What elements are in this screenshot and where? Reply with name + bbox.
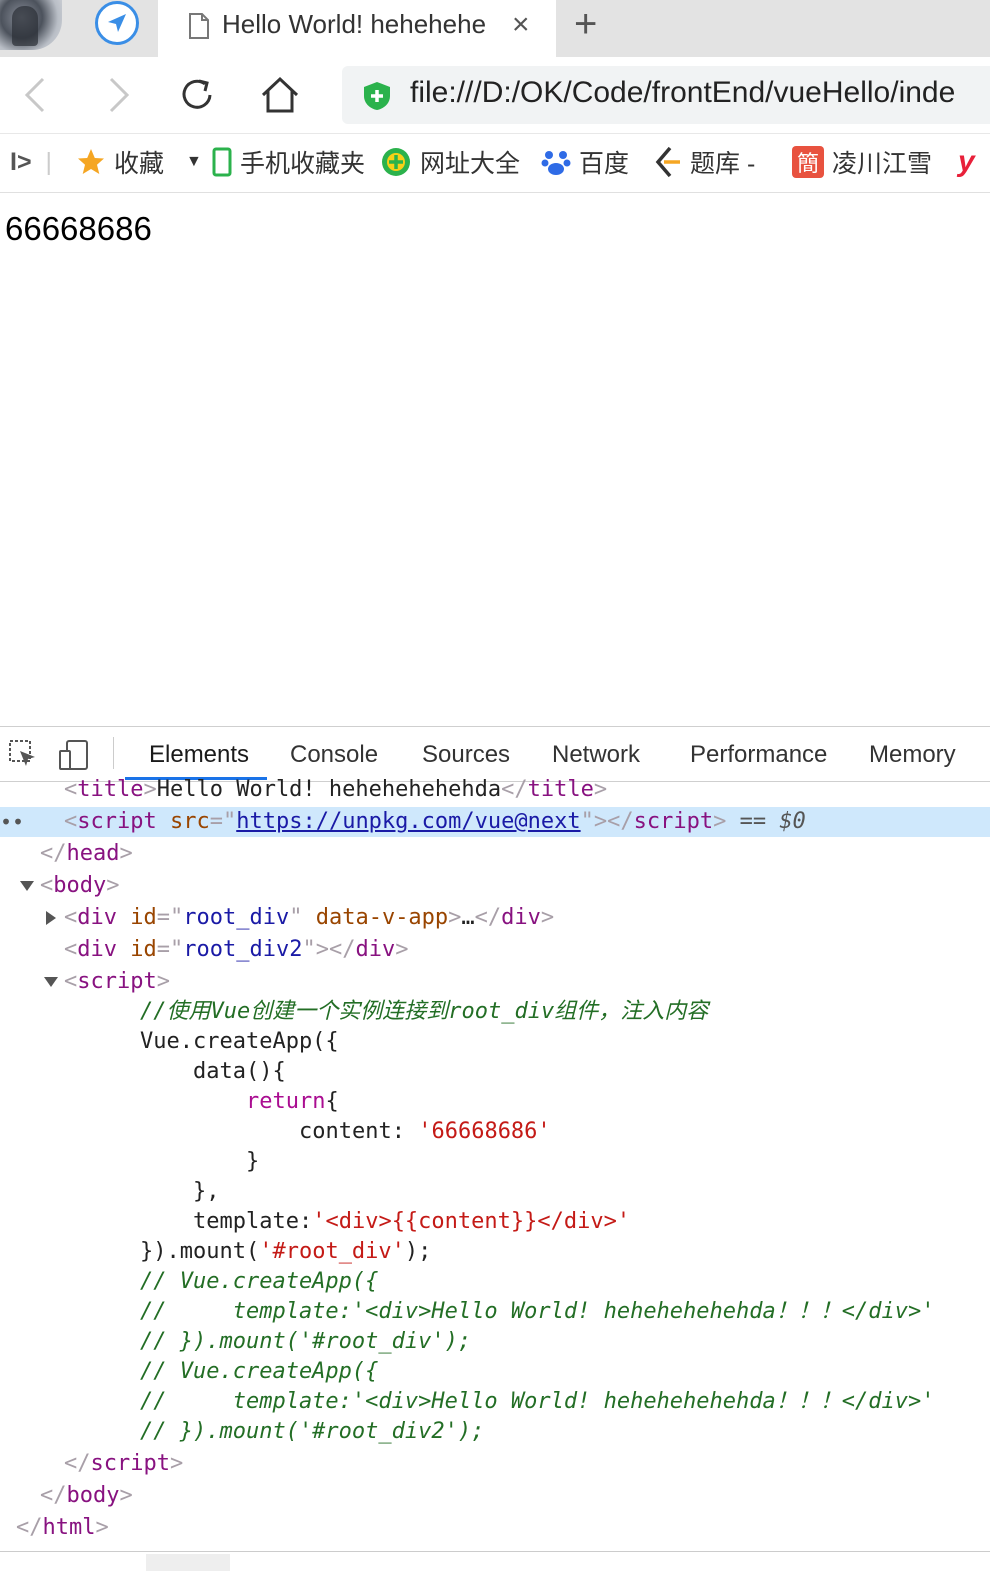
star-icon	[76, 147, 106, 177]
bookmark-label: 题库 -	[690, 150, 756, 178]
selected-marker: == $0	[739, 809, 806, 834]
dom-node-title[interactable]: <title>Hello World! hehehehehehda</title…	[0, 775, 990, 805]
bookmark-y[interactable]: y	[958, 145, 975, 179]
dom-node-body[interactable]: <body>	[0, 871, 990, 901]
code-line: // }).mount('#root_div2');	[140, 1419, 485, 1444]
tab-sources[interactable]: Sources	[422, 741, 510, 769]
code-line: //使用Vue创建一个实例连接到root_div组件，注入内容	[140, 999, 709, 1024]
jian-logo-icon: 簡	[792, 146, 824, 178]
tab-memory[interactable]: Memory	[869, 741, 956, 769]
phone-icon	[212, 147, 232, 177]
arrow-logo-icon	[652, 146, 682, 178]
back-button[interactable]	[12, 71, 60, 119]
dom-node-div-root2[interactable]: <div id="root_div2"></div>	[0, 935, 990, 965]
tab-network[interactable]: Network	[552, 741, 640, 769]
code-line: // template:'<div>Hello World! heheheheh…	[140, 1389, 935, 1414]
bookmarks-bar: I> | 收藏 ▼ 手机收藏夹 网址大全 百度 题库 - 簡 凌川江雪 y	[0, 134, 990, 193]
device-toolbar-icon[interactable]	[58, 739, 90, 776]
dom-node-div-root[interactable]: <div id="root_div" data-v-app>…</div>	[0, 903, 990, 933]
paw-icon	[541, 147, 571, 177]
devtools-tab-bar: Elements Console Sources Network Perform…	[0, 727, 990, 782]
dom-node-body-close[interactable]: </body>	[0, 1481, 990, 1511]
browser-tab-active[interactable]: Hello World! hehehehe ×	[158, 0, 556, 57]
bookmark-lingchuan[interactable]: 簡 凌川江雪	[792, 145, 932, 179]
expand-triangle-icon[interactable]	[20, 881, 34, 891]
bookmark-baidu[interactable]: 百度	[541, 145, 629, 179]
new-tab-button[interactable]: +	[574, 2, 597, 47]
chevron-down-icon[interactable]: ▼	[186, 153, 202, 171]
script-src-link[interactable]: https://unpkg.com/vue@next	[236, 809, 580, 834]
dom-node-script-close[interactable]: </script>	[0, 1449, 990, 1479]
bookmark-label: 网址大全	[420, 150, 521, 178]
more-icon[interactable]: ••	[0, 807, 24, 837]
tab-strip: Hello World! hehehehe × +	[0, 0, 990, 57]
page-content-text: 66668686	[5, 210, 152, 247]
code-line: return{	[246, 1089, 339, 1114]
code-line: },	[193, 1179, 220, 1204]
plus-circle-icon	[380, 146, 412, 178]
back-arrow-icon	[24, 77, 45, 113]
title-text: Hello World! hehehehehehda	[156, 777, 502, 802]
security-shield-icon	[362, 81, 392, 116]
code-line: // template:'<div>Hello World! heheheheh…	[140, 1299, 935, 1324]
toolbar-divider	[113, 737, 114, 769]
bookmark-label: 手机收藏夹	[240, 150, 366, 178]
dom-node-script-selected[interactable]: •• <script src="https://unpkg.com/vue@nex…	[0, 807, 990, 837]
y-logo-icon: y	[958, 145, 975, 178]
tab-title: Hello World! hehehehe	[222, 9, 487, 39]
bookmark-label: 凌川江雪	[832, 150, 933, 178]
bookmark-mobile-favorites[interactable]: 手机收藏夹	[212, 145, 365, 179]
bookmark-label: 收藏	[114, 150, 165, 178]
navigation-arrow-icon	[95, 1, 139, 45]
home-icon	[261, 76, 299, 113]
dom-node-head-close[interactable]: </head>	[0, 839, 990, 869]
code-line: data(){	[193, 1059, 286, 1084]
address-url[interactable]: file:///D:/OK/Code/frontEnd/vueHello/ind…	[410, 76, 955, 110]
code-line: }	[246, 1149, 260, 1174]
home-button[interactable]	[256, 71, 304, 119]
code-line: // }).mount('#root_div');	[140, 1329, 472, 1354]
code-line: // Vue.createApp({	[140, 1359, 379, 1384]
code-line: }).mount('#root_div');	[140, 1239, 432, 1264]
breadcrumb-bar	[0, 1551, 990, 1572]
tab-close-button[interactable]: ×	[512, 8, 530, 42]
code-line: template:'<div>{{content}}</div>'	[193, 1209, 631, 1234]
sidebar-toggle-button[interactable]: I> |	[10, 145, 52, 179]
scrollbar-thumb[interactable]	[146, 1554, 230, 1571]
tab-elements[interactable]: Elements	[149, 741, 249, 769]
bookmark-question-bank[interactable]: 题库 -	[652, 145, 755, 179]
code-line: Vue.createApp({	[140, 1029, 339, 1054]
tab-performance[interactable]: Performance	[690, 741, 827, 769]
dom-node-html-close[interactable]: </html>	[0, 1513, 990, 1543]
sidebar-toggle-icon: I>	[10, 147, 32, 176]
reload-button[interactable]	[173, 71, 221, 119]
forward-button[interactable]	[94, 71, 142, 119]
dom-node-script-inline[interactable]: <script>	[0, 967, 990, 997]
reload-icon	[182, 79, 212, 109]
bookmark-favorites[interactable]: 收藏 ▼	[76, 145, 202, 179]
forward-arrow-icon	[109, 77, 130, 113]
inspect-element-icon[interactable]	[8, 739, 38, 774]
bookmark-site-directory[interactable]: 网址大全	[380, 145, 520, 179]
avatar[interactable]	[0, 0, 62, 50]
devtools-panel: Elements Console Sources Network Perform…	[0, 726, 990, 1572]
code-line: content: '66668686'	[299, 1119, 551, 1144]
expand-triangle-icon[interactable]	[44, 977, 58, 987]
browser-toolbar: file:///D:/OK/Code/frontEnd/vueHello/ind…	[0, 57, 990, 134]
code-line: // Vue.createApp({	[140, 1269, 379, 1294]
collapse-triangle-icon[interactable]	[46, 911, 56, 925]
send-tab-button[interactable]	[92, 0, 142, 46]
address-bar[interactable]: file:///D:/OK/Code/frontEnd/vueHello/ind…	[342, 66, 990, 124]
tab-console[interactable]: Console	[290, 741, 378, 769]
document-icon	[188, 12, 210, 45]
bookmark-label: 百度	[579, 150, 630, 178]
